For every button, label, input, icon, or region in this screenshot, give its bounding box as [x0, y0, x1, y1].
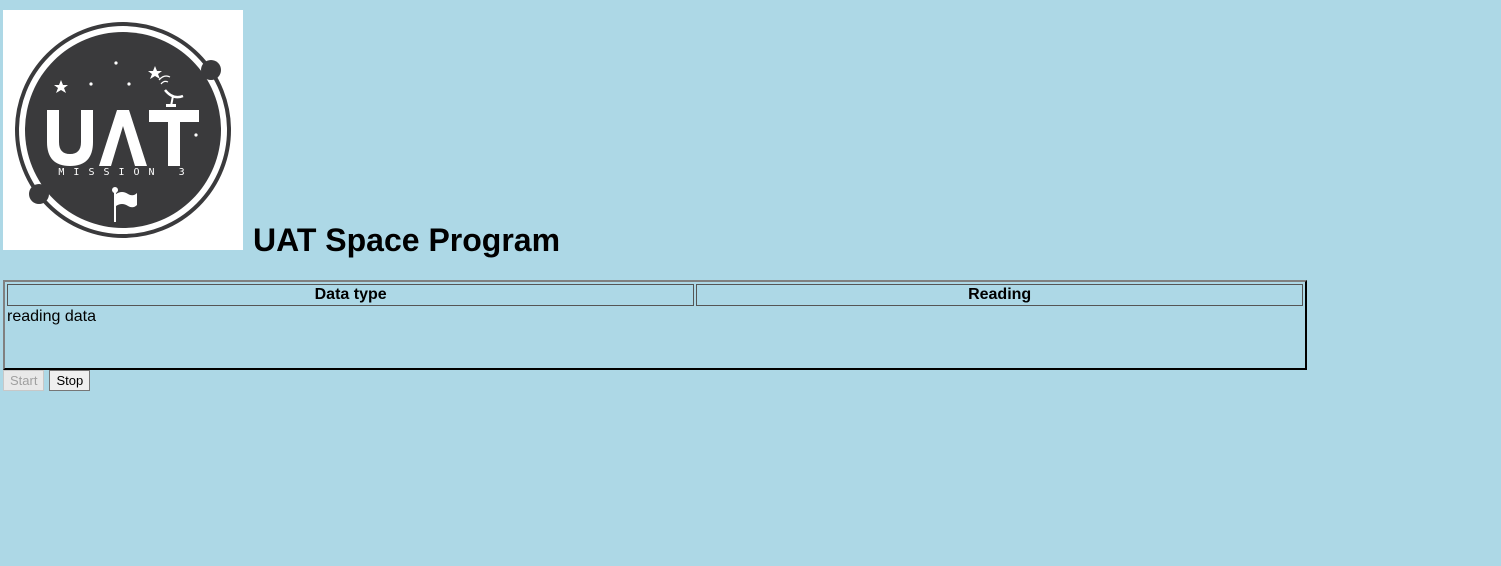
- logo-subtext: MISSION 3: [58, 167, 193, 178]
- table-row: reading data: [7, 308, 1303, 366]
- data-table: Data type Reading reading data: [3, 280, 1307, 370]
- page-title: UAT Space Program: [253, 222, 561, 258]
- page-header: MISSION 3 UAT Space Program: [3, 10, 560, 256]
- column-header-data-type: Data type: [7, 284, 695, 306]
- stop-button[interactable]: Stop: [49, 370, 91, 391]
- control-buttons: Start Stop: [3, 370, 91, 391]
- table-header-row: Data type Reading: [7, 284, 1303, 306]
- column-header-reading: Reading: [696, 284, 1303, 306]
- status-text: reading data: [7, 308, 96, 325]
- start-button[interactable]: Start: [3, 370, 45, 391]
- uat-mission-logo: MISSION 3: [3, 10, 243, 250]
